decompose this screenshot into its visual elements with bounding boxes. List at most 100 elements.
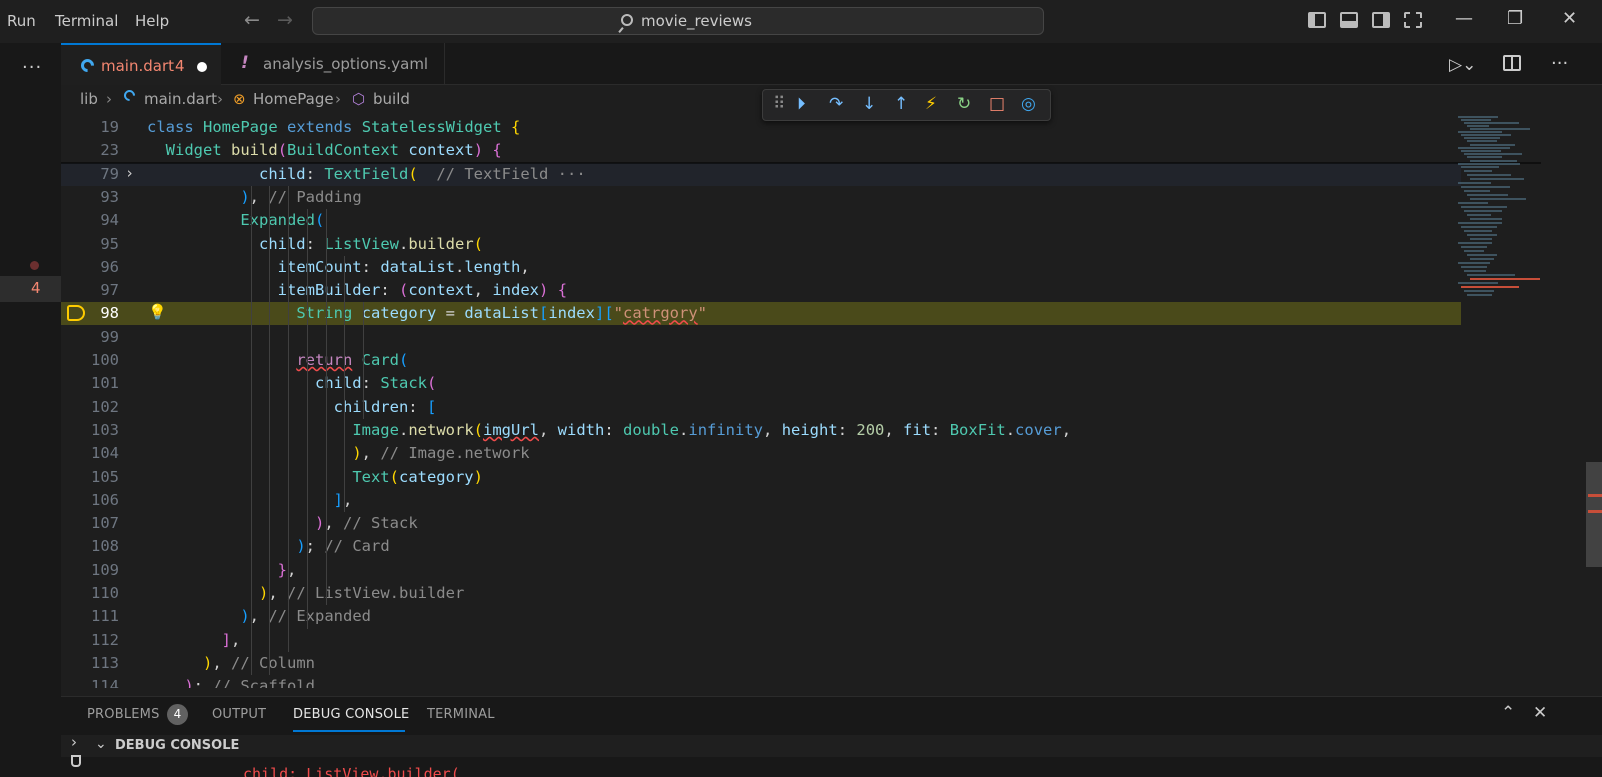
code-text[interactable]: ], — [147, 491, 353, 509]
split-editor-icon[interactable] — [1503, 55, 1521, 71]
code-line[interactable]: 102 children: [ — [61, 396, 1461, 419]
code-line[interactable]: 107 ), // Stack — [61, 512, 1461, 535]
toggle-secondary-sidebar-icon[interactable] — [1372, 12, 1390, 28]
breadcrumb-folder[interactable]: lib — [80, 90, 98, 108]
tab-output[interactable]: OUTPUT — [212, 707, 266, 722]
lightbulb-icon[interactable]: 💡 — [148, 303, 167, 321]
code-line[interactable]: 109 }, — [61, 559, 1461, 582]
problems-badge: 4 — [167, 704, 188, 725]
devtools-icon[interactable]: ◎ — [1021, 94, 1036, 114]
breadcrumb-file[interactable]: main.dart — [144, 90, 217, 108]
code-line[interactable]: 98 String category = dataList[index]["ca… — [61, 302, 1461, 326]
vertical-scrollbar[interactable] — [1586, 462, 1602, 567]
code-line[interactable]: 23 Widget build(BuildContext context) { — [61, 139, 1461, 163]
code-line[interactable]: 19 class HomePage extends StatelessWidget… — [61, 116, 1461, 139]
code-line[interactable]: 96 itemCount: dataList.length, — [61, 256, 1461, 279]
step-over-icon[interactable]: ↷ — [829, 94, 843, 114]
toggle-panel-icon[interactable] — [1340, 12, 1358, 28]
code-line[interactable]: 99 — [61, 326, 1461, 349]
line-number: 23 — [100, 141, 119, 160]
code-text[interactable]: children: [ — [147, 398, 437, 416]
code-line[interactable]: 111 ), // Expanded — [61, 605, 1461, 628]
step-out-icon[interactable]: ↑ — [894, 94, 908, 114]
code-text[interactable]: return Card( — [147, 351, 408, 369]
minimap[interactable] — [1458, 116, 1558, 416]
code-text[interactable]: ), // Stack — [147, 514, 418, 532]
step-into-icon[interactable]: ↓ — [862, 94, 876, 114]
menu-run[interactable]: Run — [7, 12, 36, 30]
tab-terminal[interactable]: TERMINAL — [427, 707, 495, 722]
debug-console-header[interactable]: ⌄ DEBUG CONSOLE — [61, 735, 1602, 757]
code-text[interactable]: ), // Padding — [147, 188, 361, 206]
toggle-primary-sidebar-icon[interactable] — [1308, 12, 1326, 28]
drag-handle-icon[interactable]: ⠿ — [773, 94, 785, 114]
command-center-search[interactable]: movie_reviews — [312, 7, 1044, 35]
code-editor[interactable]: 19 class HomePage extends StatelessWidget… — [61, 116, 1602, 688]
minimize-icon[interactable]: — — [1455, 8, 1473, 29]
code-text[interactable]: Widget build(BuildContext context) { — [147, 141, 502, 159]
code-line[interactable]: 95 child: ListView.builder( — [61, 233, 1461, 256]
code-text[interactable]: ), // Expanded — [147, 607, 371, 625]
code-text[interactable]: ), // ListView.builder — [147, 584, 464, 602]
forward-arrow-icon[interactable]: → — [277, 9, 293, 31]
section-title: DEBUG CONSOLE — [115, 738, 240, 753]
code-text[interactable]: Expanded( — [147, 211, 324, 229]
code-text[interactable]: ), // Image.network — [147, 444, 529, 462]
maximize-panel-icon[interactable]: ⌃ — [1501, 703, 1515, 723]
code-text[interactable]: String category = dataList[index]["catrg… — [147, 304, 707, 322]
code-text[interactable]: itemCount: dataList.length, — [147, 258, 530, 276]
minimap-line — [1461, 246, 1487, 248]
restore-icon[interactable]: ❐ — [1507, 8, 1523, 29]
run-debug-icon[interactable]: ▷⌄ — [1449, 55, 1476, 75]
customize-layout-icon[interactable] — [1404, 12, 1422, 28]
fold-chevron-icon[interactable]: › — [125, 164, 134, 182]
code-text[interactable]: class HomePage extends StatelessWidget { — [147, 118, 520, 136]
restart-icon[interactable]: ↻ — [957, 94, 971, 114]
code-line[interactable]: 79 child: TextField( // TextField ··· › — [61, 162, 1461, 186]
code-line[interactable]: 112 ], — [61, 629, 1461, 652]
code-text[interactable]: child: ListView.builder( — [147, 235, 483, 253]
code-line[interactable]: 110 ), // ListView.builder — [61, 582, 1461, 605]
code-text[interactable]: ], — [147, 631, 241, 649]
close-window-icon[interactable]: ✕ — [1562, 8, 1577, 29]
stop-icon[interactable]: □ — [989, 94, 1005, 114]
code-line[interactable]: 106 ], — [61, 489, 1461, 512]
code-line[interactable]: 114 ); // Scaffold — [61, 675, 1461, 688]
continue-icon[interactable]: ⏵ — [797, 94, 806, 114]
code-text[interactable]: Text(category) — [147, 468, 483, 486]
code-line[interactable]: 101 child: Stack( — [61, 372, 1461, 395]
code-line[interactable]: 94 Expanded( — [61, 209, 1461, 232]
tab-main-dart[interactable]: main.dart 4 — [61, 43, 221, 85]
code-line[interactable]: 93 ), // Padding — [61, 186, 1461, 209]
hot-reload-icon[interactable]: ⚡ — [925, 94, 937, 114]
menu-terminal[interactable]: Terminal — [55, 12, 118, 30]
chevron-right-icon[interactable]: › — [71, 733, 77, 751]
code-text[interactable]: ), // Column — [147, 654, 315, 672]
more-actions-icon[interactable]: ··· — [1551, 53, 1568, 74]
code-text[interactable]: child: TextField( // TextField ··· — [147, 165, 586, 183]
code-line[interactable]: 100 return Card( — [61, 349, 1461, 372]
close-panel-icon[interactable]: ✕ — [1533, 703, 1547, 723]
code-line[interactable]: 108 ); // Card — [61, 535, 1461, 558]
tab-problems[interactable]: PROBLEMS — [87, 707, 160, 722]
unsaved-dot-icon[interactable] — [197, 62, 207, 72]
code-text[interactable]: itemBuilder: (context, index) { — [147, 281, 567, 299]
breadcrumb-method[interactable]: build — [373, 90, 410, 108]
tab-analysis-options-yaml[interactable]: ! analysis_options.yaml — [221, 43, 445, 85]
code-line[interactable]: 113 ), // Column — [61, 652, 1461, 675]
back-arrow-icon[interactable]: ← — [244, 9, 260, 31]
breadcrumb-class[interactable]: HomePage — [253, 90, 334, 108]
code-line[interactable]: 103 Image.network(imgUrl, width: double.… — [61, 419, 1461, 442]
code-line[interactable]: 105 Text(category) — [61, 466, 1461, 489]
code-text[interactable]: child: Stack( — [147, 374, 436, 392]
code-text[interactable]: ); // Scaffold — [147, 677, 315, 688]
code-line[interactable]: 97 itemBuilder: (context, index) { — [61, 279, 1461, 302]
menu-help[interactable]: Help — [135, 12, 169, 30]
more-views-icon[interactable]: ··· — [22, 57, 42, 78]
tab-debug-console[interactable]: DEBUG CONSOLE — [293, 707, 409, 722]
search-text: movie_reviews — [641, 12, 752, 30]
code-text[interactable]: Image.network(imgUrl, width: double.infi… — [147, 421, 1071, 439]
code-text[interactable]: }, — [147, 561, 297, 579]
minimap-line — [1458, 182, 1491, 184]
code-line[interactable]: 104 ), // Image.network — [61, 442, 1461, 465]
